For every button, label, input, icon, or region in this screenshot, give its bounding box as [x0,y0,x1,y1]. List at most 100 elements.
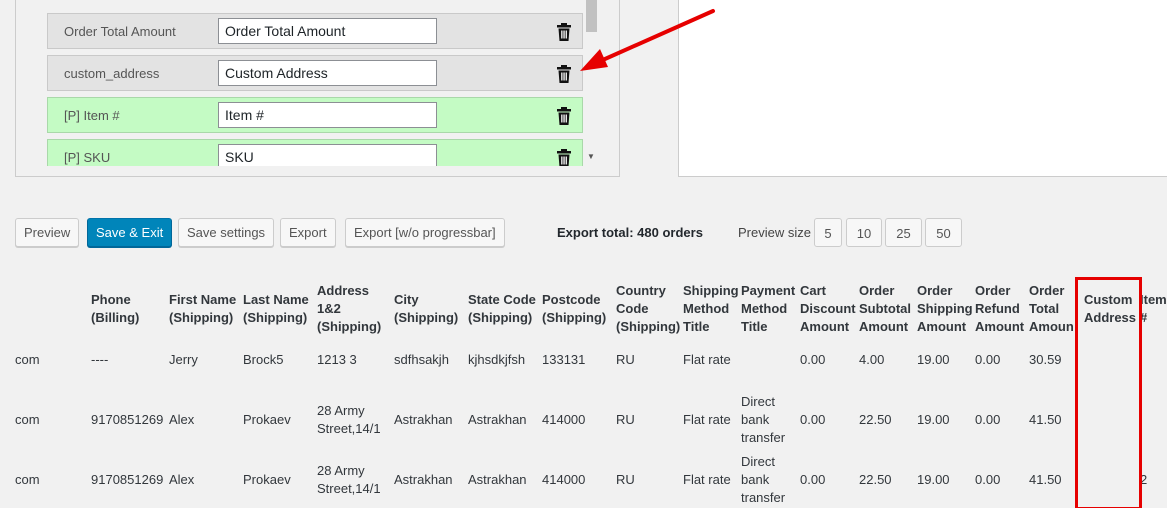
table-cell: 0.00 [975,352,1001,367]
table-cell: Direct [741,454,775,469]
column-header: Amount [800,319,850,334]
column-header: Code [616,301,649,316]
preview-size-25-button[interactable]: 25 [885,218,922,247]
column-header: Subtotal [859,301,911,316]
table-cell: Direct [741,394,775,409]
table-cell: 133131 [542,352,586,367]
column-header: Method [741,301,788,316]
table-cell: bank [741,472,770,487]
table-cell: RU [616,352,635,367]
column-header: Method [683,301,730,316]
column-header: City [394,292,419,307]
column-header: Discount [800,301,856,316]
table-cell: 9170851269 [91,412,164,427]
column-header: Amount [917,319,967,334]
column-header: Phone [91,292,131,307]
field-key-label: [P] Item # [64,108,120,123]
table-cell: 28 Army [317,403,365,418]
preview-size-50-button[interactable]: 50 [925,218,962,247]
field-key-label: [P] SKU [64,150,111,165]
side-panel [678,0,1167,177]
column-header: Cart [800,283,827,298]
custom-address-column-highlight [1075,277,1142,508]
save-settings-button[interactable]: Save settings [178,218,275,247]
table-cell-email: com [15,352,40,367]
table-cell: 0.00 [800,412,826,427]
column-header: Address [317,283,370,298]
table-cell: 22.50 [859,472,892,487]
table-cell: transfer [741,430,786,445]
field-row[interactable]: custom_address [47,55,583,91]
column-header: Item [1140,292,1167,307]
field-label-input[interactable] [218,18,437,44]
table-cell: 22.50 [859,412,892,427]
field-label-input[interactable] [218,60,437,86]
annotation-arrow-icon [580,9,715,71]
table-cell: 19.00 [917,472,950,487]
table-cell: sdfhsakjh [394,352,449,367]
field-label-input[interactable] [218,102,437,128]
column-header: Amoun [1029,319,1074,334]
table-cell: Prokaev [243,472,291,487]
column-header: Shipping [917,301,973,316]
trash-icon[interactable] [556,107,572,125]
table-cell: 41.50 [1029,412,1062,427]
preview-size-5-button[interactable]: 5 [814,218,842,247]
field-row[interactable]: Order Total Amount [47,13,583,49]
column-header: (Shipping) [542,310,607,325]
field-row[interactable]: [P] Item # [47,97,583,133]
column-header: Last Name [243,292,309,307]
column-header: Country [616,283,666,298]
field-row[interactable]: [P] SKU [47,139,583,166]
column-header: Refund [975,301,1020,316]
column-header: First Name [169,292,237,307]
table-cell: 4.00 [859,352,885,367]
field-key-label: custom_address [64,66,160,81]
table-cell: RU [616,472,635,487]
scroll-down-arrow-icon[interactable]: ▼ [587,152,595,161]
export-total-text: Export total: 480 orders [557,225,703,240]
column-header: (Shipping) [243,310,308,325]
table-cell: kjhsdkjfsh [468,352,526,367]
table-cell: Street,14/1 [317,421,381,436]
column-header: (Shipping) [169,310,234,325]
field-list[interactable]: Order Total Amount custom_address [P] Item… [26,0,584,166]
field-key-label: Order Total Amount [64,24,176,39]
export-without-progressbar-button[interactable]: Export [w/o progressbar] [345,218,505,247]
column-header: 1&2 [317,301,341,316]
column-header: Payment [741,283,796,298]
table-cell: Street,14/1 [317,481,381,496]
table-cell: 30.59 [1029,352,1062,367]
column-header: State Code [468,292,536,307]
table-cell-email: com [15,472,40,487]
column-header: Title [683,319,710,334]
column-header: Title [741,319,768,334]
table-cell: Flat rate [683,472,731,487]
column-header: Postcode [542,292,601,307]
column-header: Order [917,283,953,298]
table-cell: Astrakhan [394,412,453,427]
export-button[interactable]: Export [280,218,336,247]
table-cell: 9170851269 [91,472,164,487]
table-cell: RU [616,412,635,427]
table-cell: Astrakhan [468,412,527,427]
column-header: (Shipping) [616,319,681,334]
field-label-input[interactable] [218,144,437,166]
table-cell: transfer [741,490,786,505]
column-header: Order [975,283,1011,298]
table-cell: Flat rate [683,352,731,367]
table-cell: Prokaev [243,412,291,427]
table-cell: 0.00 [800,472,826,487]
save-exit-button[interactable]: Save & Exit [87,218,173,247]
table-cell: 41.50 [1029,472,1062,487]
preview-button[interactable]: Preview [15,218,80,247]
column-header: Total [1029,301,1060,316]
export-settings-page: Order Total Amount custom_address [P] Item… [0,0,1167,508]
column-header: Amount [859,319,909,334]
trash-icon[interactable] [556,149,572,166]
table-cell: 1213 3 [317,352,357,367]
table-cell: Flat rate [683,412,731,427]
preview-size-label: Preview size [738,225,811,240]
table-cell-email: com [15,412,40,427]
preview-size-10-button[interactable]: 10 [846,218,882,247]
